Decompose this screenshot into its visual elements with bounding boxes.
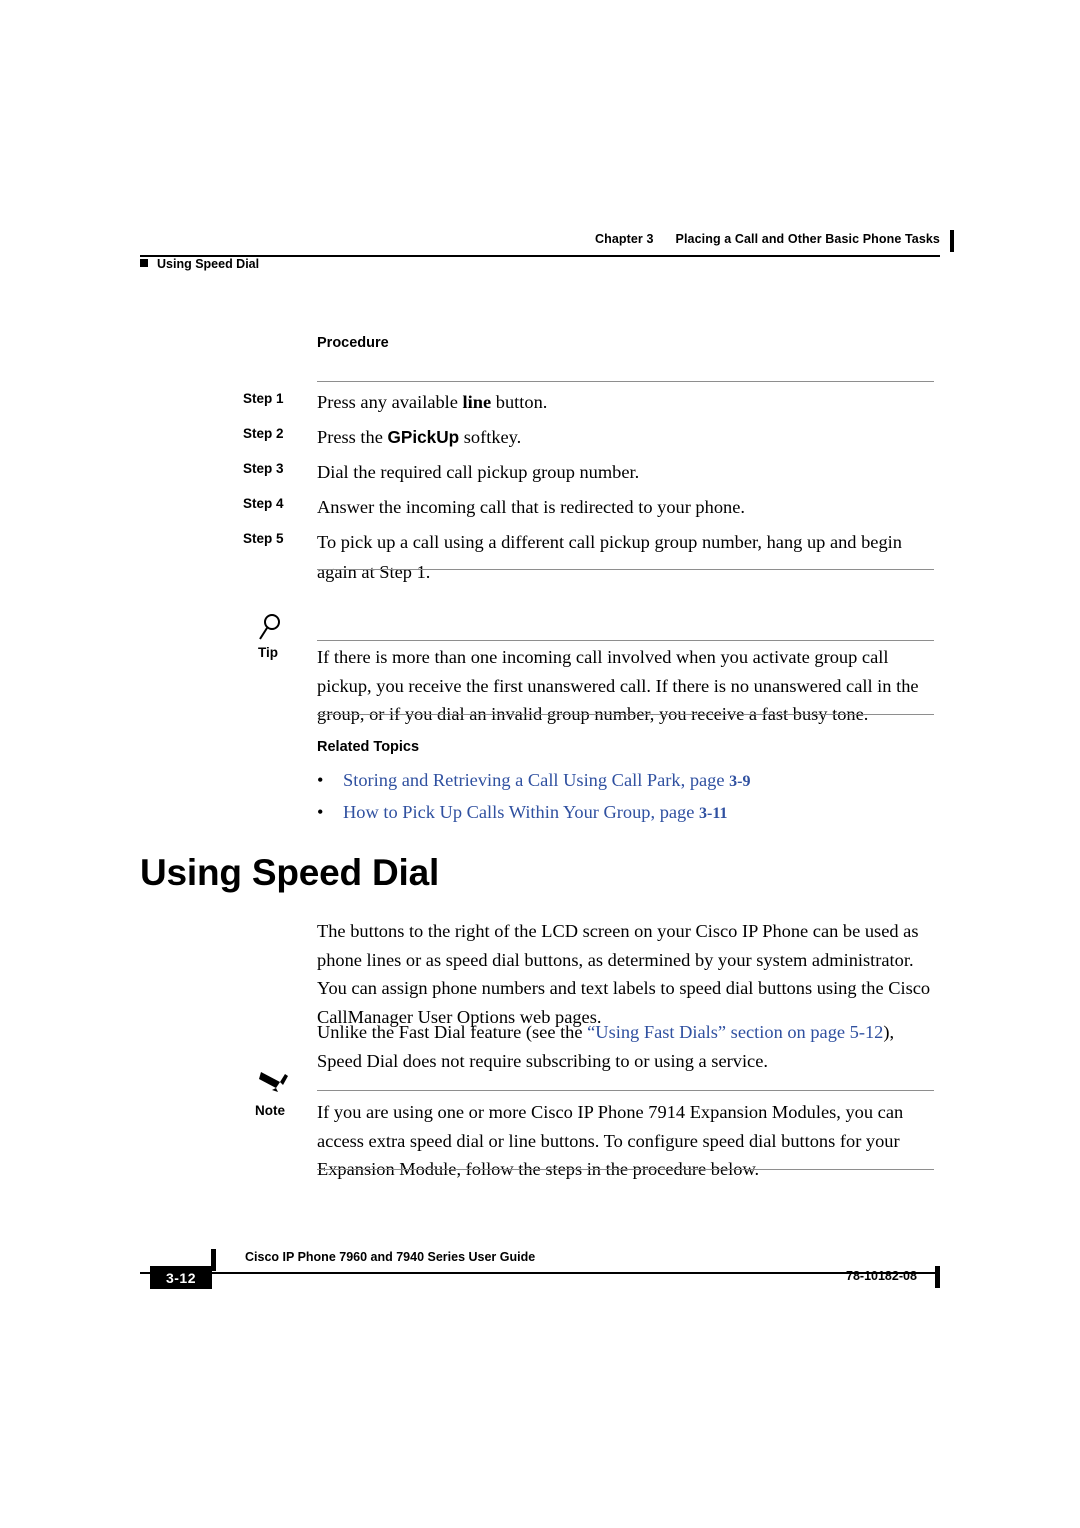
step-row: Step 3 Dial the required call pickup gro…: [243, 457, 935, 487]
step-emphasis: GPickUp: [387, 427, 460, 447]
step-label: Step 2: [243, 426, 284, 441]
step-text-after: button.: [491, 392, 548, 412]
header-running-head: Using Speed Dial: [140, 257, 259, 271]
note-label: Note: [255, 1103, 285, 1118]
header-tick-mark: [950, 230, 954, 252]
footer-tick-right: [935, 1266, 940, 1288]
related-topic-link[interactable]: • Storing and Retrieving a Call Using Cal…: [317, 765, 935, 797]
header-chapter-line: Chapter 3 Placing a Call and Other Basic …: [594, 230, 954, 252]
fast-dials-link[interactable]: “Using Fast Dials” section on page 5-12: [587, 1022, 883, 1042]
note-top-rule: [317, 1090, 934, 1092]
tip-bottom-rule: [317, 714, 934, 716]
related-topic-link[interactable]: • How to Pick Up Calls Within Your Group,…: [317, 797, 935, 829]
related-topic-text: Storing and Retrieving a Call Using Call…: [343, 770, 730, 790]
section-heading: Using Speed Dial: [140, 852, 440, 893]
header-running-head-text: Using Speed Dial: [157, 257, 260, 271]
page-header: Chapter 3 Placing a Call and Other Basic …: [140, 230, 954, 276]
footer-rule: [140, 1272, 940, 1274]
procedure-heading: Procedure: [317, 335, 389, 351]
header-rule: [140, 255, 940, 257]
step-text: Answer the incoming call that is redirec…: [317, 497, 745, 517]
note-bottom-rule: [317, 1169, 934, 1171]
footer-page-number: 3-12: [150, 1266, 212, 1289]
footer-book-title: Cisco IP Phone 7960 and 7940 Series User…: [245, 1250, 536, 1264]
step-text-after: softkey.: [459, 427, 522, 447]
header-chapter-number: Chapter 3: [594, 232, 654, 246]
step-label: Step 1: [243, 391, 284, 406]
step-row: Step 5 To pick up a call using a differe…: [243, 527, 935, 587]
step-emphasis: line: [462, 392, 492, 412]
step-row: Step 2 Press the GPickUp softkey.: [243, 422, 935, 452]
step-text: To pick up a call using a different call…: [317, 532, 902, 582]
pencil-icon: [258, 1068, 292, 1094]
tip-top-rule: [317, 640, 934, 642]
footer-document-number: 78-10182-08: [846, 1269, 917, 1283]
step-text: Press the GPickUp softkey.: [317, 422, 935, 452]
step-text: Dial the required call pickup group numb…: [317, 462, 640, 482]
step-label: Step 5: [243, 531, 284, 546]
tip-text: If there is more than one incoming call …: [317, 647, 919, 724]
list-bullet: •: [317, 770, 324, 790]
step-label: Step 4: [243, 496, 284, 511]
header-square-bullet: [140, 259, 148, 267]
magnifier-icon: [258, 612, 292, 642]
paragraph-2-before: Unlike the Fast Dial feature (see the: [317, 1022, 588, 1042]
section-paragraph-2: Unlike the Fast Dial feature (see the “U…: [317, 1018, 937, 1075]
document-page: Chapter 3 Placing a Call and Other Basic …: [0, 0, 1080, 1528]
list-bullet: •: [317, 802, 324, 822]
note-text: If you are using one or more Cisco IP Ph…: [317, 1102, 904, 1179]
related-topic-page: 3-11: [699, 805, 728, 822]
section-paragraph-1: The buttons to the right of the LCD scre…: [317, 921, 931, 1027]
related-topics-heading: Related Topics: [317, 739, 420, 755]
step-text-before: Press the: [317, 427, 388, 447]
tip-label: Tip: [258, 645, 278, 660]
procedure-bottom-rule: [317, 569, 934, 571]
step-text: Press any available line button.: [317, 387, 935, 417]
related-topics-list: • Storing and Retrieving a Call Using Cal…: [317, 765, 935, 829]
procedure-steps: Step 1 Press any available line button. …: [243, 387, 935, 592]
step-row: Step 4 Answer the incoming call that is …: [243, 492, 935, 522]
step-text-before: Press any available: [317, 392, 463, 412]
procedure-top-rule: [317, 381, 934, 383]
related-topic-page: 3-9: [729, 773, 751, 790]
header-chapter-title: Placing a Call and Other Basic Phone Tas…: [675, 232, 940, 246]
step-label: Step 3: [243, 461, 284, 476]
related-topic-text: How to Pick Up Calls Within Your Group, …: [343, 802, 700, 822]
step-row: Step 1 Press any available line button.: [243, 387, 935, 417]
